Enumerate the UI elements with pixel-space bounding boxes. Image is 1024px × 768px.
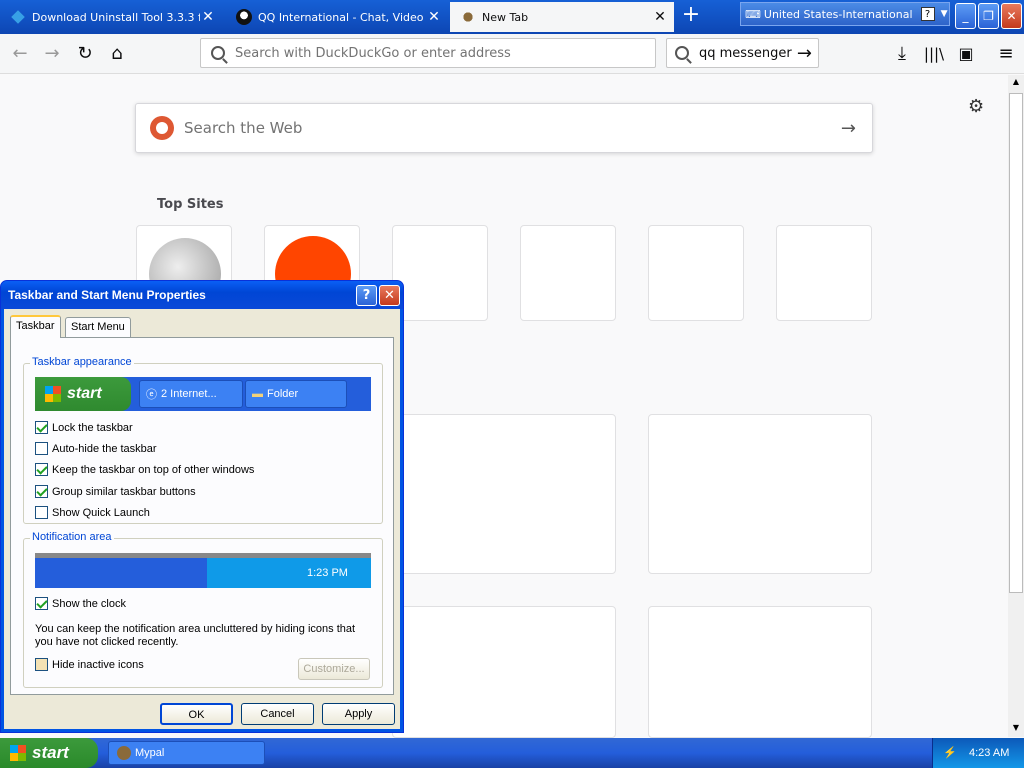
- top-site-empty[interactable]: [392, 225, 488, 321]
- start-button[interactable]: start: [0, 738, 98, 768]
- back-icon[interactable]: ←: [8, 42, 32, 66]
- taskbar-tab-panel: Taskbar appearance start ⓔ 2 Internet... …: [10, 337, 394, 695]
- language-bar[interactable]: ⌨ United States-International ? ▼: [740, 2, 950, 26]
- library-icon[interactable]: |||\: [922, 42, 946, 66]
- highlight-card[interactable]: [648, 414, 872, 574]
- scroll-down-icon[interactable]: ▼: [1010, 723, 1022, 735]
- download-icon[interactable]: ⤓: [890, 42, 914, 66]
- address-bar[interactable]: Search with DuckDuckGo or enter address: [200, 38, 656, 68]
- dialog-close-button[interactable]: ✕: [379, 285, 400, 306]
- mypal-icon: [460, 9, 476, 25]
- restore-button[interactable]: ❐: [978, 3, 999, 29]
- new-tab-button[interactable]: +: [680, 4, 702, 27]
- notification-area-group: Notification area 1:23 PM Show the clock…: [23, 531, 383, 688]
- highlight-card[interactable]: [648, 606, 872, 738]
- ok-button[interactable]: OK: [160, 703, 233, 725]
- top-site-empty[interactable]: [520, 225, 616, 321]
- taskbar-preview: start ⓔ 2 Internet... ▬ Folder: [35, 377, 371, 411]
- dialog-title: Taskbar and Start Menu Properties: [1, 281, 403, 309]
- preview-start-button: start: [35, 377, 131, 411]
- dialog-body: Taskbar Start Menu Taskbar appearance st…: [4, 309, 400, 729]
- customize-button[interactable]: Customize...: [298, 658, 370, 680]
- notification-preview: 1:23 PM: [35, 553, 371, 588]
- search-icon: [675, 46, 689, 60]
- chevron-down-icon[interactable]: ▼: [941, 9, 948, 19]
- notification-tray-preview: 1:23 PM: [207, 558, 371, 588]
- preview-task-internet: ⓔ 2 Internet...: [139, 380, 243, 408]
- highlight-card[interactable]: [392, 414, 616, 574]
- duckduckgo-icon: [150, 116, 174, 140]
- tab-start-menu[interactable]: Start Menu: [65, 317, 131, 337]
- minimize-button[interactable]: _: [955, 3, 976, 29]
- keyboard-icon: ⌨: [745, 7, 761, 21]
- quick-launch-checkbox[interactable]: Show Quick Launch: [35, 506, 150, 519]
- mypal-icon: [117, 746, 131, 760]
- hide-inactive-checkbox[interactable]: Hide inactive icons: [35, 658, 144, 671]
- windows-taskbar: start Mypal ⚡ 4:23 AM: [0, 738, 1024, 768]
- go-arrow-icon[interactable]: →: [797, 43, 812, 64]
- top-site-empty[interactable]: [648, 225, 744, 321]
- browser-tab-strip: Download Uninstall Tool 3.3.3 for Window…: [0, 0, 1024, 34]
- preview-task-folder: ▬ Folder: [245, 380, 347, 408]
- scroll-thumb[interactable]: [1009, 93, 1023, 593]
- tab-download-uninstall[interactable]: Download Uninstall Tool 3.3.3 for Window…: [0, 2, 222, 32]
- cancel-button[interactable]: Cancel: [241, 703, 314, 725]
- search-icon: [211, 46, 225, 60]
- top-site-empty[interactable]: [776, 225, 872, 321]
- top-sites-heading: Top Sites: [157, 197, 224, 212]
- keep-on-top-checkbox[interactable]: Keep the taskbar on top of other windows: [35, 463, 254, 476]
- taskbar-properties-dialog: Taskbar and Start Menu Properties ? ✕ Ta…: [0, 280, 404, 733]
- windows-flag-icon: [10, 745, 26, 761]
- arrow-right-icon[interactable]: →: [841, 118, 856, 139]
- tab-taskbar[interactable]: Taskbar: [10, 315, 61, 338]
- clock[interactable]: 4:23 AM: [969, 747, 1009, 759]
- notification-info-text: You can keep the notification area unclu…: [35, 623, 356, 648]
- folder-icon: ▬: [252, 388, 263, 400]
- qq-penguin-icon: [236, 9, 252, 25]
- help-icon[interactable]: ?: [920, 7, 935, 21]
- forward-icon[interactable]: →: [40, 42, 64, 66]
- auto-hide-checkbox[interactable]: Auto-hide the taskbar: [35, 442, 157, 455]
- show-clock-checkbox[interactable]: Show the clock: [35, 597, 126, 610]
- scrollbar[interactable]: ▲ ▼: [1008, 75, 1024, 737]
- navigation-toolbar: ← → ↻ ⌂ Search with DuckDuckGo or enter …: [0, 34, 1024, 74]
- gear-icon[interactable]: ⚙: [968, 96, 984, 117]
- windows-flag-icon: [45, 386, 61, 402]
- web-search-input[interactable]: Search the Web →: [135, 103, 873, 153]
- window-close-button[interactable]: ✕: [1001, 3, 1022, 29]
- home-icon[interactable]: ⌂: [105, 42, 129, 66]
- close-icon[interactable]: ✕: [200, 9, 216, 25]
- apply-button[interactable]: Apply: [322, 703, 395, 725]
- sidebar-icon[interactable]: ▣: [954, 42, 978, 66]
- search-box[interactable]: qq messenger →: [666, 38, 819, 68]
- group-buttons-checkbox[interactable]: Group similar taskbar buttons: [35, 485, 196, 498]
- tab-qq-international[interactable]: QQ International - Chat, Video Calls ✕: [226, 2, 448, 32]
- ie-icon: ⓔ: [146, 389, 157, 401]
- network-icon[interactable]: ⚡: [943, 738, 957, 768]
- highlight-card[interactable]: [392, 606, 616, 738]
- system-tray: ⚡ 4:23 AM: [932, 738, 1024, 768]
- tab-new-tab[interactable]: New Tab ✕: [450, 2, 674, 32]
- close-icon[interactable]: ✕: [426, 9, 442, 25]
- help-button[interactable]: ?: [356, 285, 377, 306]
- download-site-icon: [11, 10, 25, 24]
- lock-taskbar-checkbox[interactable]: Lock the taskbar: [35, 421, 133, 434]
- close-icon[interactable]: ✕: [652, 9, 668, 25]
- reload-icon[interactable]: ↻: [73, 42, 97, 66]
- scroll-up-icon[interactable]: ▲: [1010, 77, 1022, 89]
- taskbar-task-mypal[interactable]: Mypal: [108, 741, 265, 765]
- menu-icon[interactable]: ≡: [994, 42, 1018, 66]
- taskbar-appearance-group: Taskbar appearance start ⓔ 2 Internet... …: [23, 356, 383, 524]
